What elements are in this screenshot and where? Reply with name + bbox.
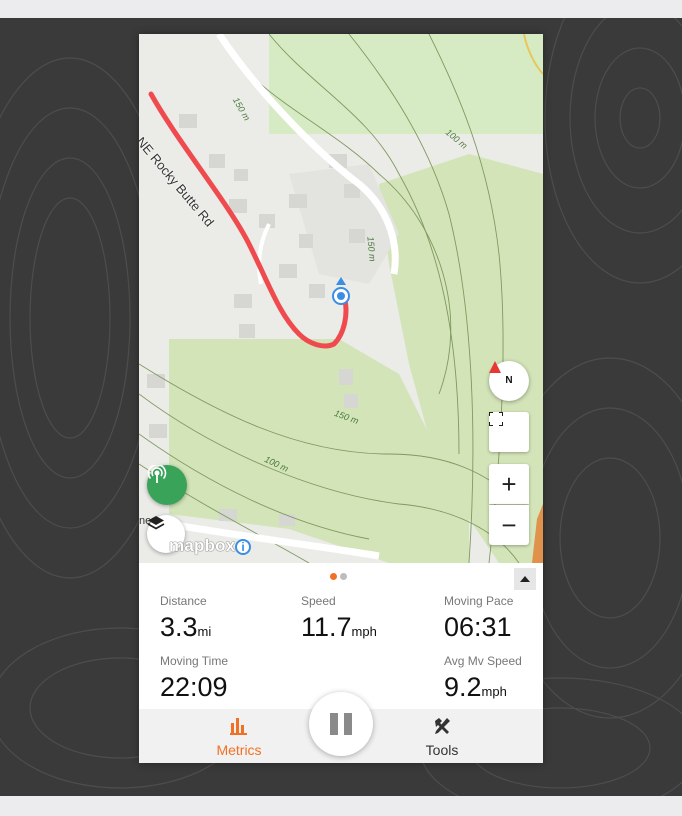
tab-tools[interactable]: Tools [382,709,502,763]
tab-metrics[interactable]: Metrics [179,709,299,763]
metric-value: 11.7 [301,612,352,642]
app-screen: NE Rocky Butte Rd 150 m 100 m 150 m 150 … [139,34,543,763]
metric-moving-time: Moving Time 22:09 [160,654,228,703]
fullscreen-icon [489,412,503,426]
metric-label: Moving Time [160,654,229,668]
metric-unit: mph [481,684,507,699]
metric-value: 06:31 [444,612,512,642]
metric-label: Distance [160,594,207,608]
residential-area [289,164,399,284]
mapbox-logo[interactable]: mapbox [169,536,235,556]
metric-unit: mph [351,624,377,639]
compass-button[interactable]: N [489,361,529,401]
zoom-in-button[interactable]: + [489,464,529,504]
page-indicator[interactable] [330,573,347,580]
metric-avg-mv-speed: Avg Mv Speed 9.2mph [444,654,522,703]
compass-north-label: N [505,375,513,386]
pause-icon-bar [344,713,352,735]
attribution-info-icon[interactable]: i [235,539,251,555]
metric-label: Moving Pace [444,594,514,608]
bar-chart-icon [230,718,247,735]
tab-tools-label: Tools [425,742,459,758]
pause-icon-bar [330,713,338,735]
current-location-dot [337,292,345,300]
metric-speed: Speed 11.7mph [301,594,377,643]
pause-button[interactable] [309,692,373,756]
metric-label: Speed [301,594,336,608]
triangle-up-icon [520,576,530,582]
zoom-out-button[interactable]: − [489,505,529,545]
metric-moving-pace: Moving Pace 06:31 [444,594,513,643]
metric-value: 9.2 [444,672,482,702]
map-canvas [139,34,543,563]
tab-metrics-label: Metrics [216,742,262,758]
broadcast-icon [147,465,167,483]
metric-distance: Distance 3.3mi [160,594,211,643]
metric-label: Avg Mv Speed [444,654,522,668]
tools-icon [435,718,450,734]
metrics-panel: Distance 3.3mi Speed 11.7mph Moving Pace… [139,563,543,709]
page-dot-active [330,573,337,580]
collapse-panel-button[interactable] [514,568,536,590]
layers-icon [147,516,165,530]
compass-needle-icon [489,361,501,373]
map-view[interactable]: NE Rocky Butte Rd 150 m 100 m 150 m 150 … [139,34,543,563]
fullscreen-button[interactable] [489,412,529,452]
page-dot-inactive [340,573,347,580]
metric-value: 3.3 [160,612,198,642]
metric-value: 22:09 [160,672,228,702]
live-tracking-button[interactable] [147,465,187,505]
contour-label: 150 m [365,236,378,262]
park-area-top [269,34,543,134]
metric-unit: mi [197,624,212,639]
